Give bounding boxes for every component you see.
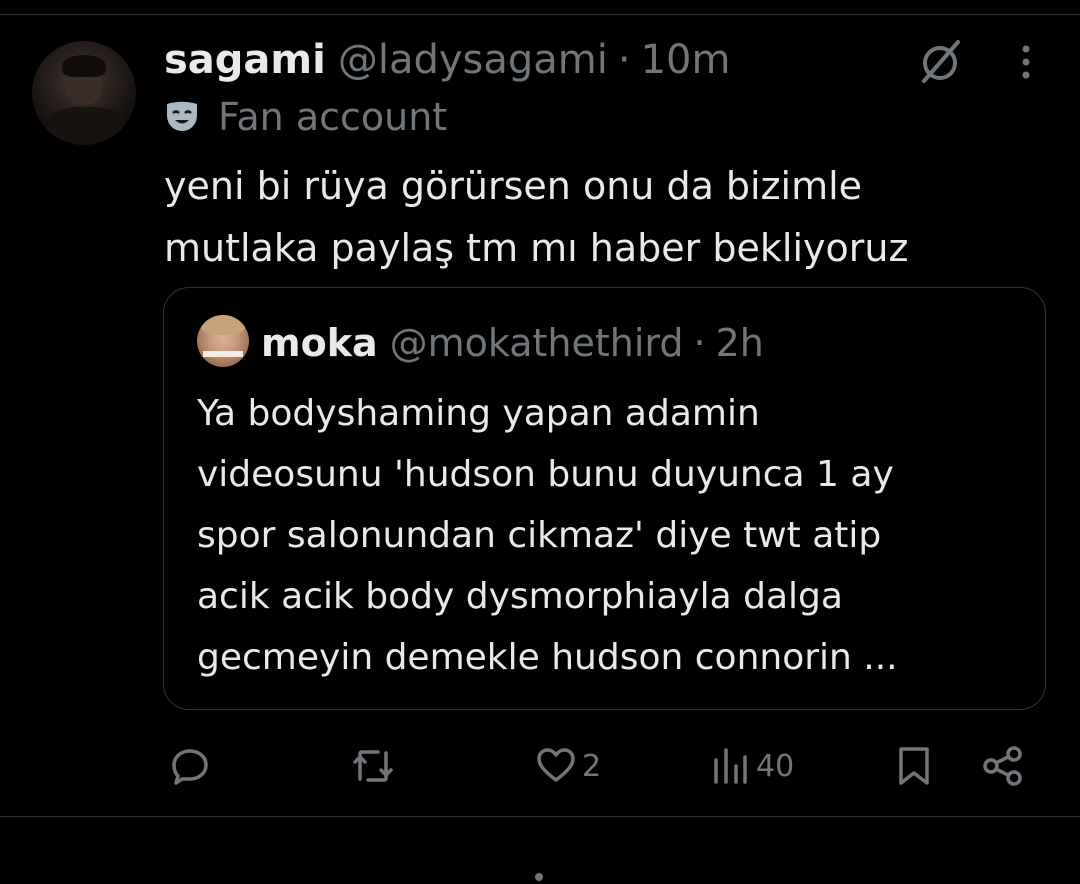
author-display-name[interactable]: sagami (164, 33, 326, 87)
bookmark-button[interactable] (896, 740, 932, 792)
retweet-button[interactable] (350, 740, 396, 792)
account-label: Fan account (164, 92, 447, 142)
retweet-icon (353, 750, 393, 782)
tweet-text: yeni bi rüya görürsen onu da bizimle mut… (164, 164, 909, 270)
quoted-author-avatar (197, 315, 249, 367)
bookmark-icon (899, 747, 929, 785)
tweet-action-bar: 2 40 (0, 740, 1080, 792)
fan-account-label: Fan account (218, 95, 448, 139)
quoted-avatar-hair (201, 315, 245, 335)
share-button[interactable] (982, 740, 1024, 792)
views-button[interactable]: 40 (712, 740, 794, 792)
quoted-tweet-timestamp: 2h (715, 321, 764, 365)
theater-mask-icon (167, 101, 197, 131)
views-count: 40 (756, 748, 795, 784)
tweet-timestamp[interactable]: 10m (641, 33, 731, 87)
quoted-author-display-name: moka (261, 321, 378, 365)
quoted-avatar-caption-strip (203, 351, 243, 357)
heart-icon (537, 748, 575, 782)
quoted-tweet-card[interactable]: moka @mokathethird · 2h Ya bodyshaming y… (163, 287, 1046, 710)
share-icon (983, 746, 1022, 786)
like-count: 2 (582, 748, 602, 784)
bottom-divider (0, 816, 1080, 817)
views-icon (714, 748, 747, 784)
quoted-tweet-text: Ya bodyshaming yapan adamin videosunu 'h… (197, 393, 898, 678)
grok-icon[interactable] (914, 36, 966, 86)
quoted-header-separator: · (693, 321, 706, 365)
avatar-hair (62, 55, 106, 77)
header-separator: · (617, 37, 631, 83)
quoted-author-handle: @mokathethird (389, 321, 684, 365)
reply-icon (172, 749, 208, 785)
more-options-icon[interactable] (1008, 40, 1044, 84)
tweet-header: sagami @ladysagami · 10m (164, 33, 730, 87)
author-handle[interactable]: @ladysagami (338, 33, 608, 87)
author-avatar[interactable] (32, 41, 136, 145)
avatar-shoulders (46, 107, 126, 145)
reply-button[interactable] (170, 740, 210, 792)
page-indicator-dot (535, 873, 543, 881)
like-button[interactable]: 2 (536, 740, 601, 792)
quoted-tweet-header: moka @mokathethird · 2h (261, 318, 764, 368)
top-divider (0, 14, 1080, 15)
